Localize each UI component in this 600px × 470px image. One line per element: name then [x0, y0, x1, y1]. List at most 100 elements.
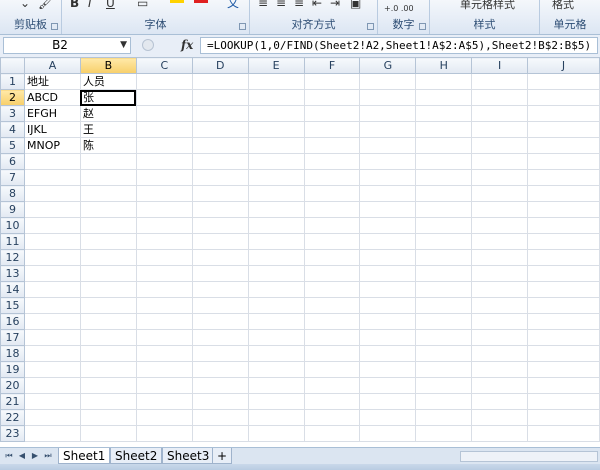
cell-e23[interactable]	[247, 425, 305, 442]
row-header-2[interactable]: 2	[0, 89, 25, 106]
cell-d23[interactable]	[191, 425, 249, 442]
cell-a4[interactable]: IJKL	[23, 121, 81, 138]
cell-a1[interactable]: 地址	[23, 73, 81, 90]
cell-h3[interactable]	[415, 105, 473, 122]
cell-f7[interactable]	[303, 169, 361, 186]
cell-g15[interactable]	[359, 297, 417, 314]
cell-h13[interactable]	[415, 265, 473, 282]
cell-d9[interactable]	[191, 201, 249, 218]
cell-j17[interactable]	[527, 329, 600, 346]
cell-g21[interactable]	[359, 393, 417, 410]
column-header-d[interactable]: D	[191, 57, 249, 74]
sheet-tab-sheet3[interactable]: Sheet3	[162, 448, 215, 464]
cell-f9[interactable]	[303, 201, 361, 218]
cell-d11[interactable]	[191, 233, 249, 250]
cell-e14[interactable]	[247, 281, 305, 298]
cell-b11[interactable]	[79, 233, 137, 250]
column-header-g[interactable]: G	[359, 57, 417, 74]
cell-c8[interactable]	[135, 185, 193, 202]
cell-i16[interactable]	[471, 313, 529, 330]
cell-d19[interactable]	[191, 361, 249, 378]
cell-h21[interactable]	[415, 393, 473, 410]
cell-f18[interactable]	[303, 345, 361, 362]
cell-h11[interactable]	[415, 233, 473, 250]
cell-f8[interactable]	[303, 185, 361, 202]
next-sheet-icon[interactable]: ▶	[29, 450, 41, 462]
cell-d4[interactable]	[191, 121, 249, 138]
cell-e20[interactable]	[247, 377, 305, 394]
row-header-19[interactable]: 19	[0, 361, 25, 378]
cell-f1[interactable]	[303, 73, 361, 90]
column-header-f[interactable]: F	[303, 57, 361, 74]
cell-e1[interactable]	[247, 73, 305, 90]
cell-i20[interactable]	[471, 377, 529, 394]
cell-b23[interactable]	[79, 425, 137, 442]
cell-d7[interactable]	[191, 169, 249, 186]
cell-h22[interactable]	[415, 409, 473, 426]
paste-icon[interactable]: ⌄	[20, 0, 30, 9]
cell-c18[interactable]	[135, 345, 193, 362]
cell-e10[interactable]	[247, 217, 305, 234]
cell-g10[interactable]	[359, 217, 417, 234]
cell-e8[interactable]	[247, 185, 305, 202]
cell-e18[interactable]	[247, 345, 305, 362]
cell-b18[interactable]	[79, 345, 137, 362]
cell-j6[interactable]	[527, 153, 600, 170]
cell-b8[interactable]	[79, 185, 137, 202]
cell-g1[interactable]	[359, 73, 417, 90]
cell-f2[interactable]	[303, 89, 361, 106]
cell-i18[interactable]	[471, 345, 529, 362]
row-header-18[interactable]: 18	[0, 345, 25, 362]
cell-d10[interactable]	[191, 217, 249, 234]
cell-j10[interactable]	[527, 217, 600, 234]
cell-i3[interactable]	[471, 105, 529, 122]
insert-sheet-icon[interactable]: +	[212, 448, 232, 464]
cell-a18[interactable]	[23, 345, 81, 362]
cell-h1[interactable]	[415, 73, 473, 90]
chevron-down-icon[interactable]: ▼	[120, 38, 127, 53]
column-header-b[interactable]: B	[79, 57, 137, 74]
prev-sheet-icon[interactable]: ◀	[16, 450, 28, 462]
cell-c7[interactable]	[135, 169, 193, 186]
cell-i12[interactable]	[471, 249, 529, 266]
cell-c20[interactable]	[135, 377, 193, 394]
cell-b21[interactable]	[79, 393, 137, 410]
cell-g20[interactable]	[359, 377, 417, 394]
cell-g14[interactable]	[359, 281, 417, 298]
cell-i23[interactable]	[471, 425, 529, 442]
cell-g22[interactable]	[359, 409, 417, 426]
cell-e16[interactable]	[247, 313, 305, 330]
cell-b2[interactable]: 张	[79, 89, 137, 106]
font-launcher-icon[interactable]	[239, 23, 246, 30]
cell-h10[interactable]	[415, 217, 473, 234]
cell-f22[interactable]	[303, 409, 361, 426]
cell-c2[interactable]	[135, 89, 193, 106]
cell-h2[interactable]	[415, 89, 473, 106]
row-header-15[interactable]: 15	[0, 297, 25, 314]
row-header-16[interactable]: 16	[0, 313, 25, 330]
row-header-3[interactable]: 3	[0, 105, 25, 122]
cell-f4[interactable]	[303, 121, 361, 138]
cell-i9[interactable]	[471, 201, 529, 218]
cell-e4[interactable]	[247, 121, 305, 138]
cell-b22[interactable]	[79, 409, 137, 426]
cell-g8[interactable]	[359, 185, 417, 202]
cell-c10[interactable]	[135, 217, 193, 234]
cell-j13[interactable]	[527, 265, 600, 282]
cell-a16[interactable]	[23, 313, 81, 330]
align-left-icon[interactable]: ≡	[258, 0, 268, 9]
cell-g3[interactable]	[359, 105, 417, 122]
cell-j5[interactable]	[527, 137, 600, 154]
cell-e19[interactable]	[247, 361, 305, 378]
cell-h15[interactable]	[415, 297, 473, 314]
cell-a23[interactable]	[23, 425, 81, 442]
fill-color-icon[interactable]	[170, 0, 184, 3]
row-header-22[interactable]: 22	[0, 409, 25, 426]
number-launcher-icon[interactable]	[419, 23, 426, 30]
cell-c12[interactable]	[135, 249, 193, 266]
cell-g13[interactable]	[359, 265, 417, 282]
cell-f19[interactable]	[303, 361, 361, 378]
cell-h7[interactable]	[415, 169, 473, 186]
row-header-8[interactable]: 8	[0, 185, 25, 202]
cell-g12[interactable]	[359, 249, 417, 266]
